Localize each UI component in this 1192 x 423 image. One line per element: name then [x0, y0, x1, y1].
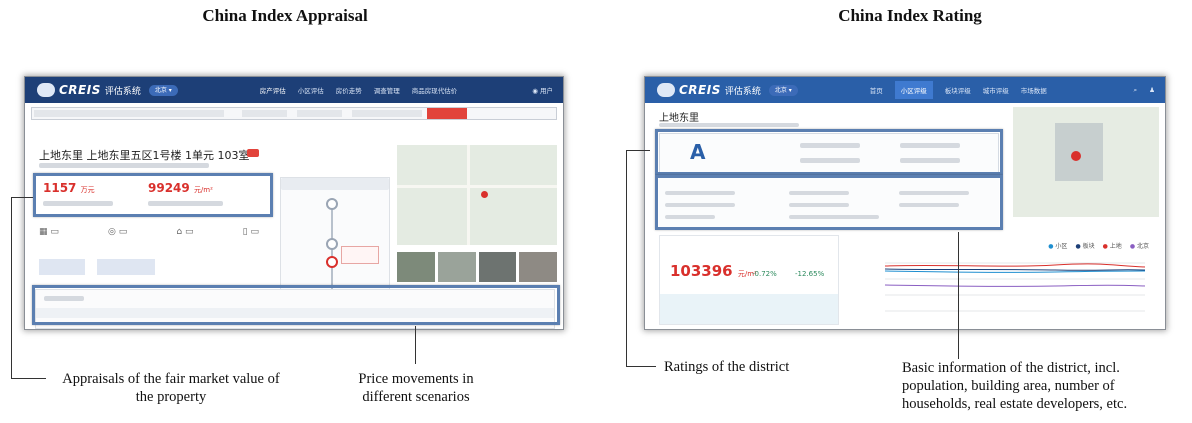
caption-ratings: Ratings of the district	[664, 359, 790, 375]
nav-city-rating[interactable]: 城市评级	[983, 85, 1009, 95]
address-badge	[247, 149, 259, 157]
action-button-2[interactable]	[97, 259, 155, 275]
change-mom: -0.72%	[752, 270, 777, 278]
highlight-fair-value	[33, 173, 273, 217]
action-button-1[interactable]	[39, 259, 85, 275]
photo-thumb-1[interactable]	[397, 252, 435, 282]
series-navy	[884, 268, 1146, 271]
user-icon[interactable]: ◉ 用户	[532, 85, 553, 95]
connector-ratings-h1	[626, 150, 650, 151]
photo-thumb-4[interactable]	[519, 252, 557, 282]
search-row	[31, 107, 557, 120]
nav-item-5[interactable]: 商品房现代估价	[412, 85, 458, 95]
scenario-panel	[280, 177, 390, 299]
nav-item-3[interactable]: 房价走势	[336, 85, 362, 95]
trend-lines	[884, 262, 1146, 312]
highlight-ratings	[655, 129, 1003, 175]
caption-price-movements: Price movements in different scenarios	[358, 371, 474, 405]
logo-word: CREIS	[59, 83, 101, 97]
user-icon-rating[interactable]: ♟	[1149, 86, 1155, 94]
filter-select-1[interactable]	[242, 110, 287, 117]
logo: CREIS 评估系统	[37, 83, 141, 97]
change-yoy: -12.65%	[795, 270, 825, 278]
connector-scenarios-v	[415, 326, 416, 364]
logo-word-rating: CREIS	[679, 83, 721, 97]
highlight-basic-info	[655, 175, 1003, 230]
series-red	[884, 263, 1146, 268]
price-card: 103396 元/m² -0.72% -12.65%	[659, 235, 839, 325]
type-icon: ▯ ▭	[242, 227, 259, 237]
scenario-node-mid[interactable]	[326, 238, 338, 250]
nav-item-1[interactable]: 房产评估	[260, 85, 286, 95]
highlight-scenarios	[32, 285, 560, 325]
address-subline	[39, 163, 209, 168]
system-name-rating: 评估系统	[724, 86, 761, 97]
version-pill[interactable]: 北京 ▾	[148, 84, 178, 96]
direction-icon: ◎ ▭	[108, 227, 128, 237]
filter-select-2[interactable]	[297, 110, 342, 117]
area-icon: ▦ ▭	[39, 227, 59, 237]
connector-fair-value-v	[11, 197, 12, 378]
logo-mark-icon-rating	[657, 83, 675, 97]
scenario-node-bottom[interactable]	[326, 256, 338, 268]
connector-ratings-h2	[626, 366, 656, 367]
property-features: ▦ ▭ ◎ ▭ ⌂ ▭ ▯ ▭	[39, 227, 259, 243]
price-subpanel	[660, 294, 838, 324]
floor-icon: ⌂ ▭	[176, 227, 194, 237]
nav-district-rating[interactable]: 小区评级	[894, 81, 933, 99]
version-pill-rating[interactable]: 北京 ▾	[768, 84, 798, 96]
top-nav-bar: CREIS 评估系统 北京 ▾ 房产评估 小区评估 房价走势 调查管理 商品房现…	[25, 77, 563, 103]
property-address: 上地东里 上地东里五区1号楼 1单元 103室	[39, 149, 250, 162]
map-road-2	[467, 145, 470, 245]
top-nav-bar-rating: CREIS 评估系统 北京 ▾ 首页 小区评级 板块评级 城市评级 市场数据 ⌕…	[645, 77, 1165, 103]
map-pin-icon	[481, 191, 488, 198]
nav-home[interactable]: 首页	[870, 85, 883, 95]
photo-strip	[397, 252, 557, 282]
map-view[interactable]	[397, 145, 557, 245]
district-name: 上地东里	[659, 113, 699, 124]
photo-thumb-3[interactable]	[478, 252, 517, 282]
scenario-node-top[interactable]	[326, 198, 338, 210]
search-icon[interactable]: ⌕	[1134, 86, 1138, 95]
map-road-1	[397, 185, 557, 188]
nav-item-4[interactable]: 调查管理	[374, 85, 400, 95]
search-button[interactable]	[427, 108, 467, 119]
left-panel-title: China Index Appraisal	[202, 6, 368, 25]
nav-block-rating[interactable]: 板块评级	[945, 85, 971, 95]
series-purple	[884, 284, 1146, 287]
scenario-tag	[341, 246, 379, 264]
caption-basic-info: Basic information of the district, incl.…	[902, 360, 1128, 412]
map-view-rating[interactable]	[1013, 107, 1159, 217]
avg-price-number: 103396	[670, 262, 733, 280]
photo-thumb-2[interactable]	[437, 252, 476, 282]
trend-chart: ● 小区 ● 板块 ● 上地 ● 北京	[855, 235, 1155, 325]
connector-fair-value-h1	[11, 197, 33, 198]
connector-basic-info-v	[958, 232, 959, 359]
map-pin-icon-rating	[1071, 151, 1081, 161]
connector-ratings-v	[626, 150, 627, 366]
appraisal-screenshot: CREIS 评估系统 北京 ▾ 房产评估 小区评估 房价走势 调查管理 商品房现…	[25, 77, 563, 329]
search-input[interactable]	[34, 110, 224, 117]
rating-screenshot: CREIS 评估系统 北京 ▾ 首页 小区评级 板块评级 城市评级 市场数据 ⌕…	[645, 77, 1165, 329]
logo-rating: CREIS 评估系统	[657, 83, 761, 97]
series-blue	[884, 270, 1146, 273]
connector-fair-value-h2	[11, 378, 46, 379]
district-subline	[659, 123, 799, 127]
caption-fair-value: Appraisals of the fair market value of t…	[62, 371, 280, 405]
nav-item-2[interactable]: 小区评估	[298, 85, 324, 95]
nav-market-data[interactable]: 市场数据	[1021, 85, 1047, 95]
scenario-header	[281, 178, 389, 190]
system-name: 评估系统	[104, 86, 141, 97]
right-panel-title: China Index Rating	[838, 6, 982, 25]
logo-mark-icon	[37, 83, 55, 97]
avg-price: 103396 元/m²	[670, 262, 757, 280]
filter-select-3[interactable]	[352, 110, 422, 117]
